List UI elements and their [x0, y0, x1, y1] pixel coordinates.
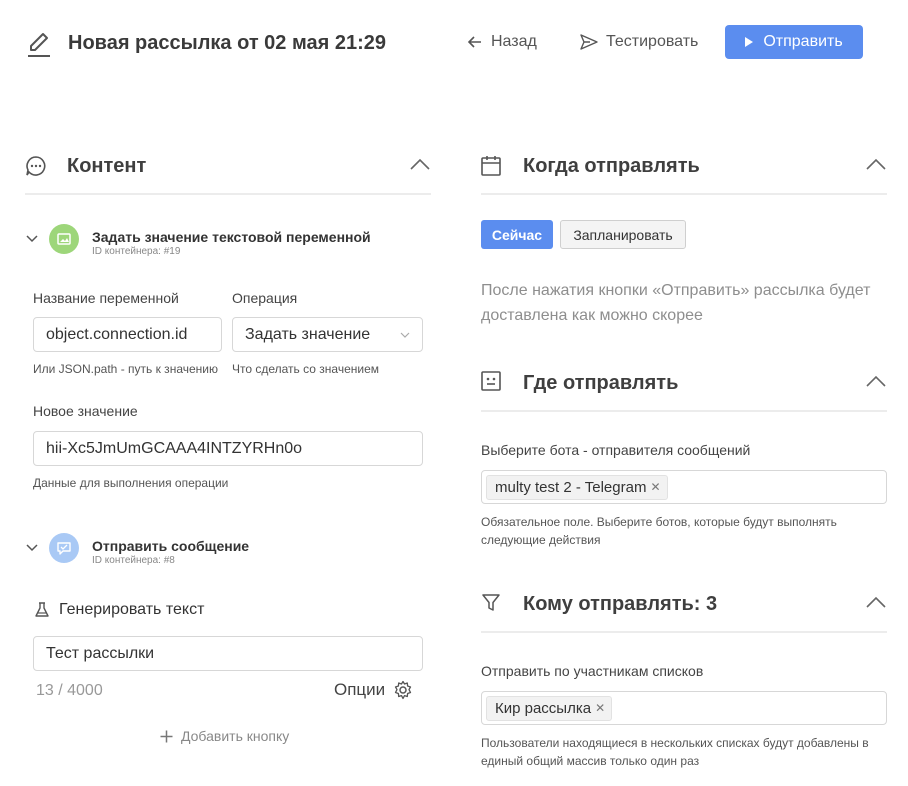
options-button[interactable]: Опции — [334, 680, 413, 700]
whom-collapse-chevron-up-icon[interactable] — [866, 596, 886, 608]
lists-select-input[interactable]: Кир рассылка ✕ — [481, 691, 887, 725]
send-label: Отправить — [763, 33, 843, 50]
list-chip: Кир рассылка ✕ — [486, 695, 613, 721]
container-1-chevron-down-icon[interactable] — [26, 235, 38, 243]
remove-list-chip-close-icon[interactable]: ✕ — [595, 701, 605, 715]
back-label: Назад — [491, 33, 537, 50]
lists-select-hint: Пользователи находящиеся в нескольких сп… — [481, 736, 869, 768]
calendar-icon — [481, 155, 501, 176]
container-2-id: ID контейнера: #8 — [92, 555, 175, 566]
page-title: Новая рассылка от 02 мая 21:29 — [68, 32, 387, 54]
char-counter: 13 / 4000 — [36, 682, 103, 699]
where-divider — [481, 410, 887, 412]
message-text: Тест рассылки — [46, 644, 155, 662]
add-button-button[interactable]: Добавить кнопку — [160, 728, 289, 744]
edit-icon — [26, 30, 52, 58]
remove-chip-close-icon[interactable]: ✕ — [650, 480, 660, 494]
lists-select-label: Отправить по участникам списков — [481, 663, 704, 679]
bot-select-hint: Обязательное поле. Выберите ботов, котор… — [481, 515, 837, 547]
list-chip-label: Кир рассылка — [495, 699, 592, 717]
operation-label: Операция — [232, 290, 298, 306]
new-value-hint: Данные для выполнения операции — [33, 476, 229, 490]
operation-value: Задать значение — [245, 325, 371, 343]
play-icon — [745, 37, 754, 47]
arrow-left-icon — [467, 34, 483, 50]
container-1-id: ID контейнера: #19 — [92, 246, 181, 257]
bot-face-icon — [481, 371, 501, 391]
bot-select-input[interactable]: multy test 2 - Telegram ✕ — [481, 470, 887, 504]
var-name-input[interactable]: object.connection.id — [33, 317, 222, 352]
back-button[interactable]: Назад — [467, 33, 537, 51]
where-collapse-chevron-up-icon[interactable] — [866, 375, 886, 387]
container-1-title: Задать значение текстовой переменной — [92, 229, 371, 245]
bot-select-label: Выберите бота - отправителя сообщений — [481, 442, 751, 458]
new-value-label: Новое значение — [33, 403, 138, 419]
var-name-label: Название переменной — [33, 290, 179, 306]
message-icon — [49, 533, 79, 563]
operation-hint: Что сделать со значением — [232, 362, 379, 376]
content-section-title: Контент — [67, 155, 147, 177]
paper-plane-icon — [580, 34, 598, 50]
when-description: После нажатия кнопки «Отправить» рассылк… — [481, 282, 871, 324]
new-value-input[interactable]: hii-Xc5JmUmGCAAA4INTZYRHn0o — [33, 431, 423, 466]
send-button[interactable]: Отправить — [725, 25, 863, 59]
operation-select[interactable]: Задать значение — [232, 317, 423, 352]
select-chevron-down-icon — [400, 332, 410, 338]
content-divider — [25, 193, 431, 195]
new-value-text: hii-Xc5JmUmGCAAA4INTZYRHn0o — [46, 439, 303, 457]
when-divider — [481, 193, 887, 195]
bot-chip-label: multy test 2 - Telegram — [495, 478, 647, 496]
schedule-button[interactable]: Запланировать — [560, 220, 686, 249]
var-name-hint: Или JSON.path - путь к значению — [33, 362, 218, 376]
when-section-title: Когда отправлять — [523, 155, 700, 177]
image-icon — [49, 224, 79, 254]
container-2-chevron-down-icon[interactable] — [26, 544, 38, 552]
when-collapse-chevron-up-icon[interactable] — [866, 158, 886, 170]
options-label: Опции — [334, 680, 386, 699]
add-button-label: Добавить кнопку — [181, 728, 290, 744]
bot-chip: multy test 2 - Telegram ✕ — [486, 474, 668, 500]
var-name-value: object.connection.id — [46, 325, 188, 343]
where-section-title: Где отправлять — [523, 372, 679, 394]
whom-divider — [481, 631, 887, 633]
chat-bubble-icon — [25, 155, 47, 177]
plus-icon — [160, 730, 173, 743]
container-2-title: Отправить сообщение — [92, 538, 250, 554]
message-text-input[interactable]: Тест рассылки — [33, 636, 423, 671]
generate-text-label: Генерировать текст — [59, 601, 205, 618]
flask-icon — [35, 602, 49, 618]
content-collapse-chevron-up-icon[interactable] — [410, 158, 430, 170]
gear-icon — [393, 680, 413, 700]
now-button[interactable]: Сейчас — [481, 220, 553, 249]
funnel-icon — [482, 594, 500, 612]
test-button[interactable]: Тестировать — [580, 33, 698, 51]
whom-section-title: Кому отправлять: 3 — [523, 593, 718, 615]
test-label: Тестировать — [606, 33, 699, 50]
generate-text-button[interactable]: Генерировать текст — [35, 601, 204, 619]
